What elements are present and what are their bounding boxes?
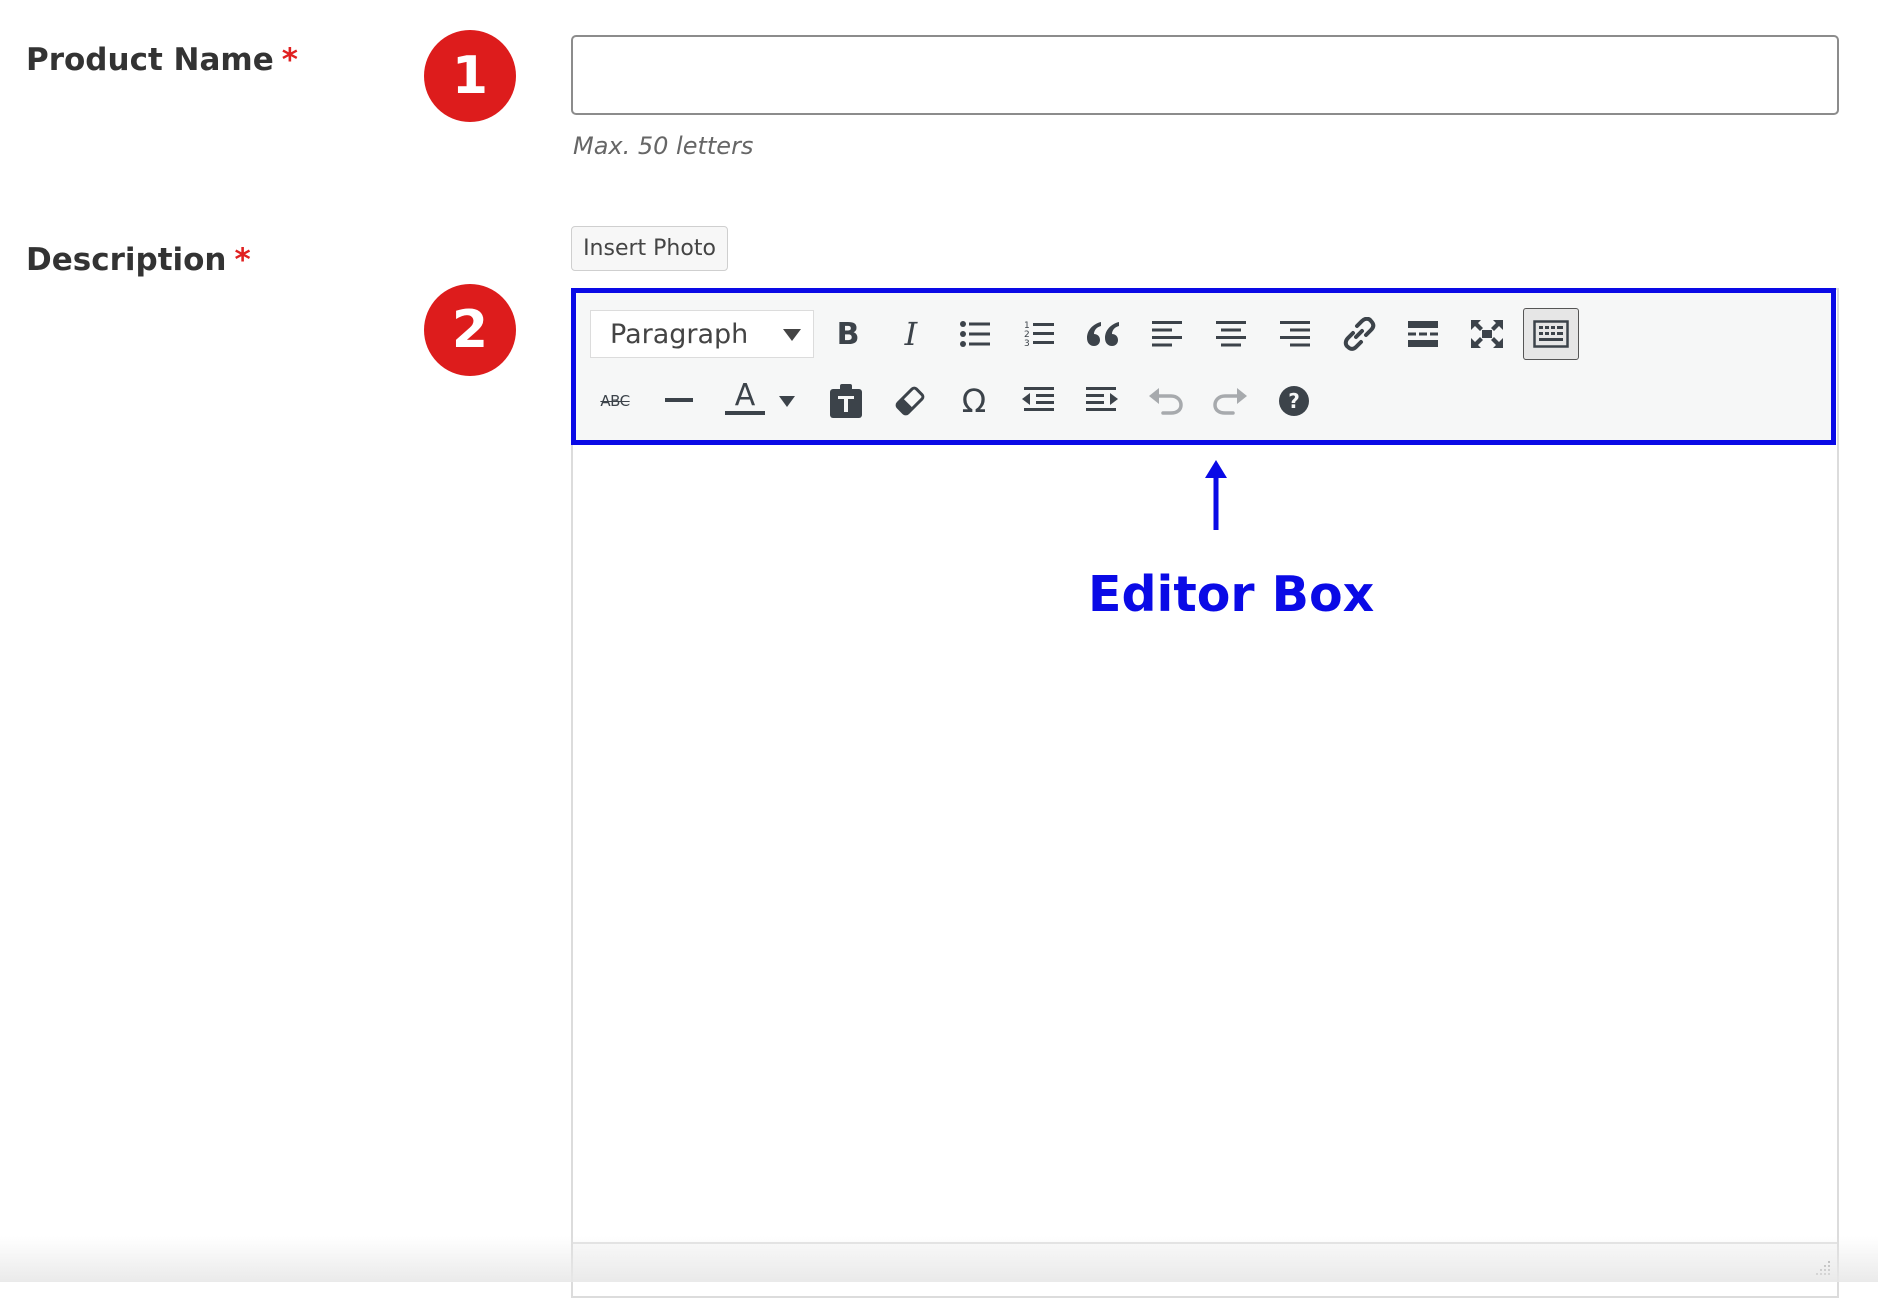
special-character-button[interactable]: Ω — [949, 376, 999, 426]
redo-icon — [1213, 388, 1247, 415]
blockquote-icon — [1087, 322, 1119, 346]
svg-text:3: 3 — [1024, 339, 1030, 348]
strikethrough-icon: ABC — [600, 392, 630, 410]
numbered-list-button[interactable]: 123 — [1014, 309, 1064, 359]
product-name-hint: Max. 50 letters — [573, 132, 754, 160]
help-icon: ? — [1279, 386, 1309, 416]
format-select-value: Paragraph — [610, 318, 749, 350]
text-color-button[interactable]: A — [717, 373, 773, 423]
align-left-icon — [1152, 321, 1182, 347]
outdent-button[interactable] — [1013, 376, 1063, 426]
editor-box-callout: Editor Box — [1088, 566, 1375, 623]
product-name-input[interactable] — [571, 35, 1839, 115]
description-label: Description * — [26, 242, 251, 278]
step-badge-1: 1 — [424, 30, 516, 122]
align-right-icon — [1280, 321, 1310, 347]
bulleted-list-icon — [960, 321, 990, 347]
insert-photo-button[interactable]: Insert Photo — [571, 226, 728, 271]
align-right-button[interactable] — [1270, 309, 1320, 359]
link-button[interactable] — [1334, 309, 1384, 359]
align-center-icon — [1216, 321, 1246, 347]
step-badge-2: 2 — [424, 284, 516, 376]
help-button[interactable]: ? — [1269, 376, 1319, 426]
undo-icon — [1149, 388, 1183, 415]
indent-icon — [1086, 387, 1118, 411]
numbered-list-icon: 123 — [1024, 321, 1054, 348]
editor-toolbar: Paragraph B I 123 ABC A Ω ? — [571, 288, 1836, 445]
blockquote-button[interactable] — [1078, 309, 1128, 359]
align-left-button[interactable] — [1142, 309, 1192, 359]
text-color-dropdown[interactable] — [773, 376, 801, 426]
bold-icon: B — [836, 316, 860, 352]
special-character-icon: Ω — [961, 382, 987, 420]
text-color-swatch: A — [725, 381, 765, 415]
bulleted-list-button[interactable] — [950, 309, 1000, 359]
chevron-down-icon — [779, 395, 795, 407]
format-select[interactable]: Paragraph — [590, 310, 814, 358]
chevron-down-icon — [783, 329, 801, 341]
horizontal-line-button[interactable] — [654, 376, 704, 426]
editor-statusbar — [573, 1242, 1837, 1282]
italic-icon: I — [904, 315, 918, 353]
required-asterisk: * — [234, 242, 251, 278]
resize-grip-icon[interactable] — [1813, 1258, 1831, 1276]
undo-button[interactable] — [1141, 376, 1191, 426]
fullscreen-icon — [1471, 320, 1503, 348]
redo-button[interactable] — [1205, 376, 1255, 426]
italic-button[interactable]: I — [886, 309, 936, 359]
fullscreen-button[interactable] — [1462, 309, 1512, 359]
text-color-underline — [725, 411, 765, 415]
outdent-icon — [1022, 387, 1054, 411]
bold-button[interactable]: B — [823, 309, 873, 359]
strikethrough-button[interactable]: ABC — [590, 376, 640, 426]
read-more-icon — [1408, 321, 1438, 347]
product-name-label: Product Name * — [26, 42, 298, 78]
indent-button[interactable] — [1077, 376, 1127, 426]
text-color-icon: A — [734, 378, 756, 413]
arrow-up-icon — [1205, 460, 1227, 530]
clear-formatting-icon — [895, 386, 925, 416]
svg-text:?: ? — [1288, 389, 1300, 413]
required-asterisk: * — [281, 42, 298, 78]
align-center-button[interactable] — [1206, 309, 1256, 359]
toolbar-toggle-button[interactable] — [1523, 308, 1579, 360]
paste-as-text-button[interactable] — [821, 376, 871, 426]
toolbar-toggle-icon — [1533, 320, 1569, 348]
horizontal-line-icon — [665, 398, 693, 402]
paste-as-text-icon — [830, 384, 862, 418]
link-icon — [1343, 317, 1376, 351]
read-more-button[interactable] — [1398, 309, 1448, 359]
clear-formatting-button[interactable] — [885, 376, 935, 426]
